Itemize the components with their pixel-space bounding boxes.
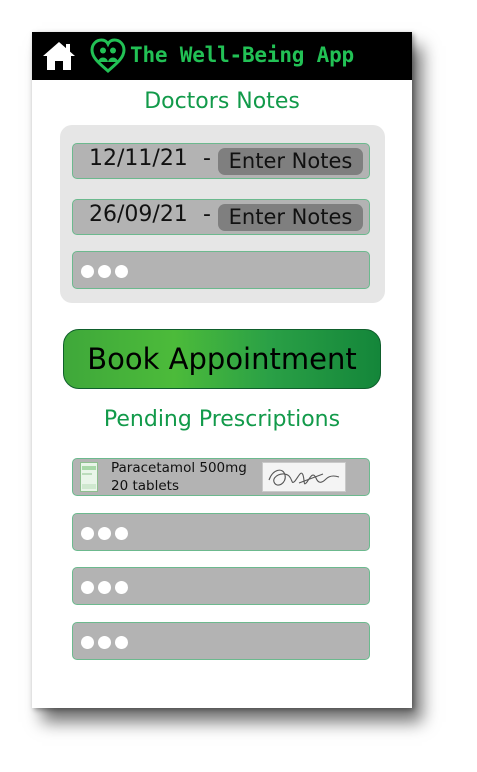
note-date: 12/11/21: [89, 146, 188, 171]
more-notes-row[interactable]: [72, 251, 370, 289]
more-dots-icon: [81, 263, 132, 278]
note-row: 12/11/21 - Enter Notes: [72, 143, 370, 179]
doctors-notes-title: Doctors Notes: [144, 89, 300, 114]
more-prescriptions-row[interactable]: [72, 622, 370, 660]
medication-name: Paracetamol 500mg: [111, 460, 247, 476]
pending-prescriptions-title: Pending Prescriptions: [103, 407, 341, 432]
prescription-row[interactable]: Paracetamol 500mg 20 tablets: [72, 458, 370, 496]
note-separator: -: [203, 202, 211, 227]
screen: The Well-Being App Doctors Notes 12/11/2…: [0, 0, 477, 772]
more-dots-icon: [81, 579, 132, 594]
medication-quantity: 20 tablets: [111, 478, 179, 494]
app-window: The Well-Being App Doctors Notes 12/11/2…: [32, 32, 412, 708]
more-dots-icon: [81, 525, 132, 540]
app-title: The Well-Being App: [130, 43, 354, 67]
home-icon: [43, 42, 75, 70]
book-appointment-label: Book Appointment: [87, 342, 357, 376]
more-prescriptions-row[interactable]: [72, 567, 370, 605]
signature-image: [262, 462, 346, 492]
enter-notes-button[interactable]: Enter Notes: [218, 204, 363, 231]
more-dots-icon: [81, 634, 132, 649]
top-bar: The Well-Being App: [32, 32, 412, 80]
note-row: 26/09/21 - Enter Notes: [72, 199, 370, 235]
heart-family-icon: [90, 38, 126, 73]
more-prescriptions-row[interactable]: [72, 513, 370, 551]
enter-notes-button[interactable]: Enter Notes: [218, 148, 363, 175]
note-date: 26/09/21: [89, 202, 188, 227]
book-appointment-button[interactable]: Book Appointment: [63, 329, 381, 389]
home-button[interactable]: [42, 39, 76, 73]
medicine-box-icon: [80, 462, 98, 492]
note-separator: -: [203, 146, 211, 171]
